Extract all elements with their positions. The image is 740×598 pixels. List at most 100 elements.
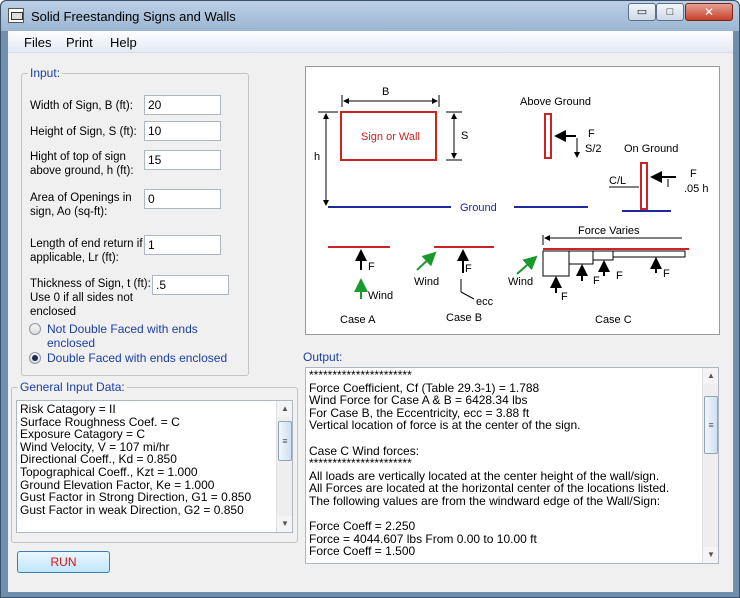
close-button[interactable]: ✕ bbox=[685, 3, 733, 21]
width-input[interactable] bbox=[144, 95, 221, 115]
general-scrollbar[interactable]: ▲ ▼ bbox=[276, 401, 292, 532]
output-line: ********************** bbox=[309, 368, 412, 382]
thickness-label-2: Use 0 if all sides not bbox=[30, 292, 133, 304]
sign-label: Sign or Wall bbox=[361, 131, 420, 143]
general-line: Exposure Catagory = C bbox=[20, 427, 146, 442]
input-group-title: Input: bbox=[28, 66, 63, 80]
general-input-lines: Risk Catagory = II Surface Roughness Coe… bbox=[20, 403, 251, 516]
return-label-1: Length of end return if bbox=[30, 238, 143, 250]
force-varies-label: Force Varies bbox=[578, 225, 640, 237]
radio-double-faced-label[interactable]: Double Faced with ends enclosed bbox=[47, 351, 227, 365]
thickness-label-1: Thickness of Sign, t (ft): bbox=[30, 278, 151, 290]
return-input[interactable] bbox=[144, 235, 221, 255]
case-c-f-label: F bbox=[663, 268, 670, 280]
output-title: Output: bbox=[303, 350, 343, 364]
height-label: Height of Sign, S (ft): bbox=[30, 126, 137, 138]
dim-h-label: h bbox=[314, 151, 320, 163]
output-scroll-thumb[interactable] bbox=[704, 396, 718, 454]
case-c-load-step-4 bbox=[612, 250, 686, 258]
case-c-f-label: F bbox=[593, 275, 600, 287]
menu-help[interactable]: Help bbox=[110, 35, 137, 50]
above-ground-f-label: F bbox=[588, 128, 595, 140]
h05-label: .05 h bbox=[684, 183, 708, 195]
s2-label: S/2 bbox=[585, 143, 602, 155]
ecc-label: ecc bbox=[476, 296, 494, 308]
general-scroll-thumb[interactable] bbox=[278, 421, 292, 461]
cl-label: C/L bbox=[609, 175, 626, 187]
dim-s-label: S bbox=[461, 130, 468, 142]
case-a-wind-label: Wind bbox=[368, 290, 393, 302]
case-c-load-step-3 bbox=[592, 250, 614, 261]
title-bar[interactable]: Solid Freestanding Signs and Walls ▭ □ ✕ bbox=[1, 1, 739, 31]
openings-label-1: Area of Openings in bbox=[30, 192, 132, 204]
output-scrollbar[interactable]: ▲ ▼ bbox=[702, 368, 718, 563]
output-line: The following values are from the windwa… bbox=[309, 493, 661, 508]
thickness-label-3: enclosed bbox=[30, 306, 77, 318]
case-c-f-label: F bbox=[561, 291, 568, 303]
on-ground-sign bbox=[640, 162, 648, 210]
case-c-load-step-2 bbox=[568, 250, 594, 265]
general-input-textbox[interactable]: Risk Catagory = II Surface Roughness Coe… bbox=[16, 400, 293, 533]
minimize-button[interactable]: ▭ bbox=[628, 3, 656, 21]
openings-label-2: sign, Ao (sq-ft): bbox=[30, 206, 108, 218]
height-input[interactable] bbox=[144, 121, 221, 141]
radio-double-faced[interactable] bbox=[29, 352, 41, 364]
above-ground-sign bbox=[544, 113, 552, 159]
case-b-label: Case B bbox=[446, 312, 482, 324]
general-input-title: General Input Data: bbox=[18, 380, 127, 394]
on-ground-label: On Ground bbox=[624, 143, 678, 155]
top-height-input[interactable] bbox=[144, 150, 221, 170]
case-a-label: Case A bbox=[340, 314, 376, 326]
case-c-label: Case C bbox=[595, 314, 632, 326]
case-b-wind-label: Wind bbox=[414, 276, 439, 288]
general-input-group: General Input Data: Risk Catagory = II S… bbox=[11, 380, 298, 543]
radio-not-double-faced[interactable] bbox=[29, 323, 41, 335]
scroll-up-arrow-icon[interactable]: ▲ bbox=[703, 368, 718, 384]
menu-files[interactable]: Files bbox=[24, 35, 51, 50]
scroll-up-arrow-icon[interactable]: ▲ bbox=[277, 401, 292, 417]
output-textbox[interactable]: ********************** Force Coefficient… bbox=[305, 367, 719, 564]
output-line: ********************** bbox=[309, 456, 412, 471]
output-line: Force Coeff = 1.500 bbox=[309, 544, 416, 559]
case-b-f-label: F bbox=[465, 263, 472, 275]
ecc-leader bbox=[460, 291, 475, 300]
wind-load-diagram-svg: B Sign or Wall S h Ground Above Ground F… bbox=[314, 86, 708, 326]
case-c-load-step-1 bbox=[542, 250, 570, 277]
case-b-wind-arrow-icon bbox=[416, 251, 437, 271]
general-line: Topographical Coeff., Kzt = 1.000 bbox=[20, 464, 198, 479]
case-c-wind-label: Wind bbox=[508, 276, 533, 288]
scroll-down-arrow-icon[interactable]: ▼ bbox=[277, 516, 292, 532]
above-ground-label: Above Ground bbox=[520, 96, 591, 108]
client-area: Files Print Help Input: Width of Sign, B… bbox=[8, 31, 733, 592]
case-a-f-label: F bbox=[368, 261, 375, 273]
openings-input[interactable] bbox=[144, 189, 221, 209]
window-title: Solid Freestanding Signs and Walls bbox=[31, 9, 236, 24]
output-line: Force Coeff = 2.250 bbox=[309, 519, 416, 534]
scroll-down-arrow-icon[interactable]: ▼ bbox=[703, 547, 718, 563]
maximize-button[interactable]: □ bbox=[656, 3, 684, 21]
menu-print[interactable]: Print bbox=[66, 35, 93, 50]
top-height-label-2: above ground, h (ft): bbox=[30, 165, 134, 177]
top-height-label-1: Hight of top of sign bbox=[30, 151, 126, 163]
app-window: Solid Freestanding Signs and Walls ▭ □ ✕… bbox=[0, 0, 740, 598]
return-label-2: applicable, Lr (ft): bbox=[30, 252, 119, 264]
app-icon bbox=[8, 8, 24, 23]
input-group: Input: Width of Sign, B (ft): Height of … bbox=[21, 66, 249, 376]
sign-diagram: B Sign or Wall S h Ground Above Ground F… bbox=[305, 66, 720, 335]
case-c-f-label: F bbox=[616, 270, 623, 282]
output-lines: ********************** Force Coefficient… bbox=[309, 369, 669, 558]
on-ground-f-label: F bbox=[690, 168, 697, 180]
ground-label: Ground bbox=[460, 202, 497, 214]
width-label: Width of Sign, B (ft): bbox=[30, 100, 133, 112]
output-line: Wind Force for Case A & B = 6428.34 lbs bbox=[309, 393, 528, 408]
general-line: Risk Catagory = II bbox=[20, 402, 116, 416]
menu-bar: Files Print Help bbox=[8, 31, 733, 53]
case-c-wind-arrow-icon bbox=[516, 255, 538, 275]
run-button[interactable]: RUN bbox=[17, 551, 110, 573]
output-line: Vertical location of force is at the cen… bbox=[309, 418, 581, 433]
general-line: Gust Factor in weak Direction, G2 = 0.85… bbox=[20, 502, 244, 517]
thickness-input[interactable] bbox=[152, 275, 229, 295]
dim-b-label: B bbox=[382, 86, 389, 98]
radio-not-double-faced-label[interactable]: Not Double Faced with ends enclosed bbox=[47, 322, 248, 350]
